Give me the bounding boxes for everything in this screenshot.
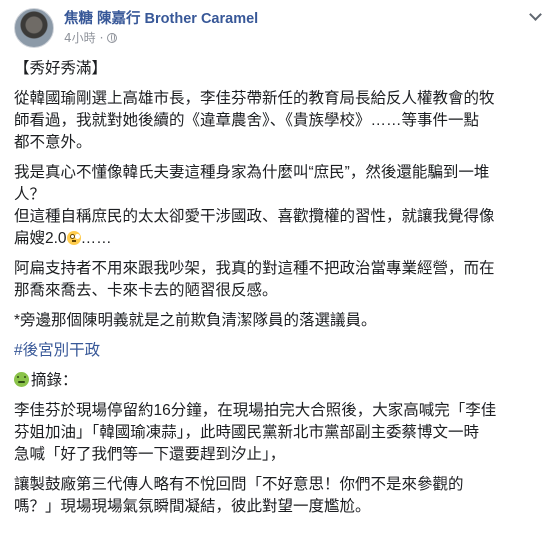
author-name[interactable]: 焦糖 陳嘉行 Brother Caramel — [64, 10, 258, 28]
chevron-down-icon[interactable] — [527, 10, 545, 22]
paragraph-5: *旁邊那個陳明義就是之前欺負清潔隊員的落選議員。 — [14, 312, 377, 329]
paragraph-3-line-2: 扁嫂2.0 — [14, 230, 67, 247]
paragraph-4: 阿扁支持者不用來跟我吵架，我真的對這種不把政治當專業經營，而在 那喬來喬去、卡來… — [14, 258, 549, 302]
globe-icon[interactable] — [107, 33, 118, 43]
paragraph-4-line-1: 阿扁支持者不用來跟我吵架，我真的對這種不把政治當專業經營，而在 — [14, 260, 495, 277]
quote-1: 李佳芬於現場停留約16分鐘，在現場拍完大合照後，大家高喊完「李佳 芬姐加油」「韓… — [14, 400, 549, 466]
quote-2: 讓製鼓廠第三代傳人略有不悅回問「不好意思！你們不是來參觀的 嗎？」現場現場氣氛瞬… — [14, 474, 549, 518]
quote-2-line-1: 讓製鼓廠第三代傳人略有不悅回問「不好意思！你們不是來參觀的 — [14, 476, 464, 493]
paragraph-3-ellipsis: …… — [80, 230, 112, 247]
excerpt-label: 摘錄： — [31, 372, 78, 389]
paragraph-1-line-3: 都不意外。 — [14, 134, 92, 151]
quote-1-line-1: 李佳芬於現場停留約16分鐘，在現場拍完大合照後，大家高喊完「李佳 — [14, 402, 497, 419]
paragraph-4-line-2: 那喬來喬去、卡來卡去的陋習很反感。 — [14, 282, 278, 299]
paragraph-1-line-1: 從韓國瑜剛選上高雄市長，李佳芬帶新任的教育局長給反人權教會的牧 — [14, 90, 495, 107]
paragraph-2: 我是真心不懂像韓氏夫妻這種身家為什麼叫“庶民”，然後還能騙到一堆 人？ — [14, 162, 549, 206]
meta-separator: · — [99, 31, 104, 45]
quote-1-line-2: 芬姐加油」「韓國瑜凍蒜」，此時國民黨新北市黨部副主委蔡博文一時 — [14, 424, 480, 441]
excerpt-label-row: 摘錄： — [14, 370, 549, 392]
post-header: 焦糖 陳嘉行 Brother Caramel 4小時 · — [14, 8, 549, 58]
nauseated-face-icon — [14, 372, 29, 387]
paragraph-1-line-2: 師看過，我就對她後續的《違章農舍》、《貴族學校》……等事件一點 — [14, 112, 480, 129]
post-heading: 【秀好秀滿】 — [14, 60, 108, 77]
quote-2-line-2: 嗎？」現場現場氣氛瞬間凝結，彼此對望一度尷尬。 — [14, 498, 371, 515]
paragraph-1: 從韓國瑜剛選上高雄市長，李佳芬帶新任的教育局長給反人權教會的牧 師看過，我就對她… — [14, 88, 549, 154]
quote-1-line-3: 急喊「好了我們等一下還要趕到汐止」， — [14, 446, 286, 463]
paragraph-3-line-1: 但這種自稱庶民的太太卻愛干涉國政、喜歡攬權的習性，就讓我覺得像 — [14, 208, 495, 225]
post-timestamp[interactable]: 4小時 — [64, 30, 96, 46]
paragraph-2-line-1: 我是真心不懂像韓氏夫妻這種身家為什麼叫“庶民”，然後還能騙到一堆 — [14, 164, 490, 181]
paragraph-2-line-2: 人？ — [14, 186, 46, 203]
post-meta: 焦糖 陳嘉行 Brother Caramel 4小時 · — [64, 8, 258, 46]
hashtag-link[interactable]: #後宮別干政 — [14, 342, 100, 359]
paragraph-3: 但這種自稱庶民的太太卻愛干涉國政、喜歡攬權的習性，就讓我覺得像 扁嫂2.0 …… — [14, 206, 549, 250]
author-avatar[interactable] — [14, 8, 54, 48]
post-subline: 4小時 · — [64, 30, 258, 46]
post-body: 【秀好秀滿】 從韓國瑜剛選上高雄市長，李佳芬帶新任的教育局長給反人權教會的牧 師… — [14, 58, 549, 518]
facebook-post: 焦糖 陳嘉行 Brother Caramel 4小時 · 【秀好秀滿】 從韓國瑜… — [0, 0, 559, 535]
face-with-rolling-eyes-icon — [66, 231, 81, 245]
